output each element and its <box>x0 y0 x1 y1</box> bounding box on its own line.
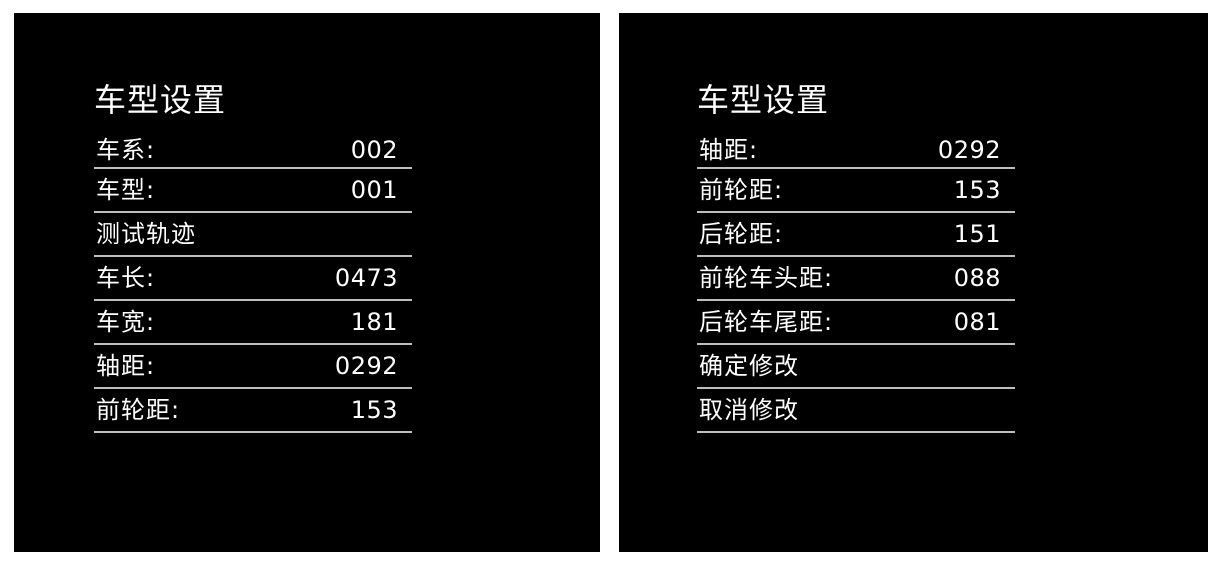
vehicle-settings-screen-left: 车型设置 车系: 002 车型: 001 测试轨迹 车长: 0473 车宽: 1… <box>14 13 600 552</box>
menu-row-test-trajectory[interactable]: 测试轨迹 <box>94 213 412 257</box>
menu-row-vehicle-width[interactable]: 车宽: 181 <box>94 301 412 345</box>
vehicle-settings-screen-right: 车型设置 轴距: 0292 前轮距: 153 后轮距: 151 前轮车头距: 0… <box>619 13 1208 552</box>
screen-title: 车型设置 <box>94 81 227 119</box>
row-label: 后轮车尾距: <box>699 308 834 336</box>
row-value: 0473 <box>334 264 398 292</box>
menu-row-wheelbase[interactable]: 轴距: 0292 <box>94 345 412 389</box>
row-label: 确定修改 <box>699 352 799 380</box>
row-label: 车长: <box>96 264 156 292</box>
menu-row-vehicle-length[interactable]: 车长: 0473 <box>94 257 412 301</box>
row-label: 车宽: <box>96 308 156 336</box>
row-value: 151 <box>953 220 1001 248</box>
row-value: 181 <box>350 308 398 336</box>
row-label: 后轮距: <box>699 220 784 248</box>
menu-row-front-overhang[interactable]: 前轮车头距: 088 <box>697 257 1015 301</box>
menu-row-front-track[interactable]: 前轮距: 153 <box>94 389 412 433</box>
row-value: 0292 <box>334 352 398 380</box>
row-value: 088 <box>953 264 1001 292</box>
settings-menu: 车型设置 车系: 002 车型: 001 测试轨迹 车长: 0473 车宽: 1… <box>94 80 412 433</box>
cancel-changes-button[interactable]: 取消修改 <box>697 389 1015 433</box>
row-label: 前轮距: <box>699 176 784 204</box>
confirm-changes-button[interactable]: 确定修改 <box>697 345 1015 389</box>
settings-menu: 车型设置 轴距: 0292 前轮距: 153 后轮距: 151 前轮车头距: 0… <box>697 80 1015 433</box>
menu-row-vehicle-model[interactable]: 车型: 001 <box>94 169 412 213</box>
row-value: 153 <box>350 396 398 424</box>
row-value: 002 <box>350 136 398 164</box>
row-label: 车系: <box>96 136 156 164</box>
menu-row-wheelbase[interactable]: 轴距: 0292 <box>697 135 1015 169</box>
row-value: 0292 <box>937 136 1001 164</box>
menu-row-rear-overhang[interactable]: 后轮车尾距: 081 <box>697 301 1015 345</box>
row-label: 车型: <box>96 176 156 204</box>
row-label: 取消修改 <box>699 396 799 424</box>
row-label: 前轮车头距: <box>699 264 834 292</box>
row-label: 前轮距: <box>96 396 181 424</box>
row-value: 001 <box>350 176 398 204</box>
row-value: 081 <box>953 308 1001 336</box>
menu-row-front-track[interactable]: 前轮距: 153 <box>697 169 1015 213</box>
row-value: 153 <box>953 176 1001 204</box>
row-label: 轴距: <box>699 136 759 164</box>
row-label: 测试轨迹 <box>96 220 196 248</box>
menu-row-rear-track[interactable]: 后轮距: 151 <box>697 213 1015 257</box>
menu-row-vehicle-series[interactable]: 车系: 002 <box>94 135 412 169</box>
screen-title: 车型设置 <box>697 81 830 119</box>
row-label: 轴距: <box>96 352 156 380</box>
